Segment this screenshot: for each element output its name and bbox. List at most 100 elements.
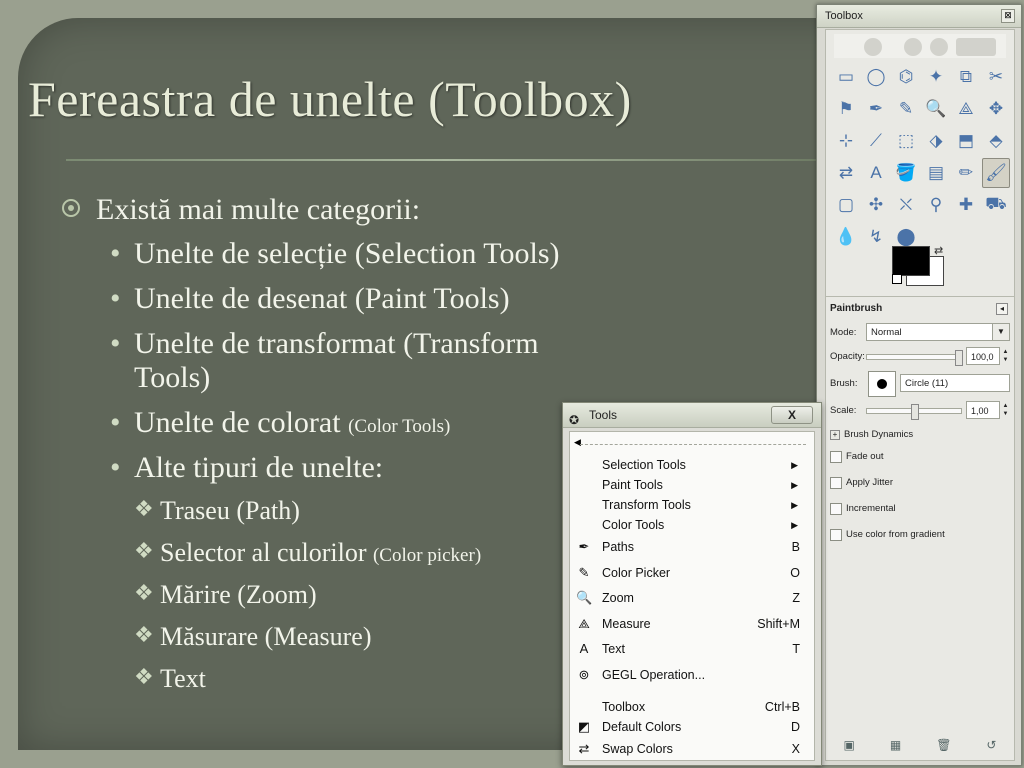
restore-icon[interactable]: ▦ [890,738,901,752]
menu-item-label: Text [602,642,625,656]
tool-icon[interactable]: ⚑ [832,94,860,124]
opacity-label: Opacity: [830,351,865,362]
bullet-main: Există mai multe categorii: [62,193,582,227]
menu-item[interactable]: A Text T [570,638,814,660]
tool-icon[interactable]: ⇄ [832,158,860,188]
submenu-arrow-icon: ▶ [791,460,798,470]
scale-label: Scale: [830,405,857,416]
menu-item-shortcut: O [790,566,800,580]
bullet-list: Există mai multe categorii: • Unelte de s… [62,193,582,706]
tool-icon[interactable]: ✒ [862,94,890,124]
tool-icon[interactable]: ⛌ [892,190,920,220]
tool-icon[interactable]: ⛟ [982,190,1010,220]
brush-preview[interactable] [868,371,896,397]
tear-off-arrow-icon[interactable]: ◀ [574,437,581,448]
menu-item[interactable]: ◩ Default Colors D [570,716,814,738]
tool-icon[interactable]: ✏ [952,158,980,188]
tool-icon[interactable]: ⬚ [892,126,920,156]
close-button[interactable]: X [771,406,813,424]
menu-item-label: Toolbox [602,700,646,714]
option-checkbox-row[interactable]: Apply Jitter [830,475,1010,491]
bullet-item: • Unelte de selecție (Selection Tools) [62,237,582,271]
toolbox-titlebar[interactable]: Toolbox [817,5,1021,28]
tool-icon[interactable]: ✦ [922,62,950,92]
tool-icon[interactable]: ✂ [982,62,1010,92]
bullet-item: • Unelte de transformat (Transform Tools) [62,327,582,395]
tool-icon[interactable]: ⬒ [952,126,980,156]
tool-icon[interactable]: ⟁ [952,94,980,124]
tool-icon[interactable]: ⬘ [982,126,1010,156]
tool-icon[interactable]: 💧 [832,222,860,252]
menu-item[interactable]: Color Tools ▶ [570,514,814,536]
tool-icon[interactable]: A [862,158,890,188]
expand-icon[interactable]: + [830,430,840,440]
menu-item[interactable]: Selection Tools ▶ [570,454,814,476]
sub-bullet-item: ❖ Traseu (Path) [62,496,582,526]
save-icon[interactable]: ▣ [844,738,855,752]
opacity-field[interactable]: 100,0 [966,347,1000,365]
tool-icon[interactable]: ▢ [832,190,860,220]
tool-icon[interactable]: ⊹ [832,126,860,156]
tool-icon[interactable]: 🪣 [892,158,920,188]
mode-select[interactable]: Normal ▼ [866,323,1010,341]
tear-off-line[interactable] [580,444,806,445]
checkbox[interactable] [830,529,842,541]
submenu-arrow-icon: ▶ [791,520,798,530]
menu-item[interactable]: ⇄ Swap Colors X [570,738,814,760]
tool-icon[interactable]: 🔍 [922,94,950,124]
options-menu-icon[interactable]: ◂ [996,303,1008,315]
tools-menu-titlebar[interactable]: ✪ Tools X [563,403,821,428]
tool-icon[interactable]: ⟋ [862,126,890,156]
checkbox[interactable] [830,451,842,463]
menu-item-label: GEGL Operation... [602,668,706,682]
tool-icon[interactable]: ▭ [832,62,860,92]
tool-icon[interactable]: 🖌 [982,158,1010,188]
swap-colors-icon[interactable]: ⇄ [934,244,943,257]
option-checkbox-row[interactable]: Use color from gradient [830,527,1010,543]
tool-icon[interactable]: ⬗ [922,126,950,156]
foreground-color[interactable] [892,246,930,276]
tool-icon[interactable]: ⌬ [892,62,920,92]
default-colors-icon[interactable] [892,274,902,284]
brush-name-field[interactable]: Circle (11) [900,374,1010,392]
scale-slider[interactable] [866,404,962,420]
tool-icon[interactable]: ⧉ [952,62,980,92]
close-icon[interactable]: ⊠ [1001,9,1015,23]
tool-icon[interactable]: ↯ [862,222,890,252]
wilber-dropzone[interactable] [834,34,1006,58]
reset-icon[interactable]: ↺ [986,738,996,752]
tool-icon[interactable]: ✎ [892,94,920,124]
brush-dynamics-row[interactable]: + Brush Dynamics [830,427,1010,443]
checkbox[interactable] [830,503,842,515]
menu-item-shortcut: Z [792,591,800,605]
tool-icon[interactable]: ⚲ [922,190,950,220]
option-checkbox-row[interactable]: Incremental [830,501,1010,517]
opacity-spinner-icon[interactable]: ▲ ▼ [1002,348,1009,364]
menu-item-icon: ◩ [577,719,591,734]
opacity-slider[interactable] [866,350,963,366]
menu-item[interactable]: ⊚ GEGL Operation... [570,664,814,686]
scale-field[interactable]: 1,00 [966,401,1000,419]
menu-item[interactable]: ⟁ Measure Shift+M [570,613,814,635]
chevron-down-icon[interactable]: ▼ [992,324,1009,340]
menu-item[interactable]: Transform Tools ▶ [570,494,814,516]
color-swatches[interactable]: ⇄ [892,244,948,288]
menu-item[interactable]: 🔍 Zoom Z [570,587,814,609]
tool-icon[interactable]: ✚ [952,190,980,220]
menu-item[interactable]: ✎ Color Picker O [570,562,814,584]
checkbox[interactable] [830,477,842,489]
tool-icon[interactable]: ✣ [862,190,890,220]
scale-slider-thumb[interactable] [911,404,919,420]
menu-item-shortcut: D [790,720,800,734]
tool-icon[interactable]: ✥ [982,94,1010,124]
menu-item[interactable]: ✒ Paths B [570,536,814,558]
menu-item-shortcut: X [791,742,800,756]
opacity-slider-thumb[interactable] [955,350,963,366]
scale-spinner-icon[interactable]: ▲ ▼ [1002,402,1009,418]
delete-icon[interactable]: 🗑 [936,738,951,752]
tool-icon[interactable]: ▤ [922,158,950,188]
option-checkbox-row[interactable]: Fade out [830,449,1010,465]
menu-item[interactable]: Paint Tools ▶ [570,474,814,496]
tool-icon[interactable]: ◯ [862,62,890,92]
menu-item[interactable]: Toolbox Ctrl+B [570,696,814,718]
